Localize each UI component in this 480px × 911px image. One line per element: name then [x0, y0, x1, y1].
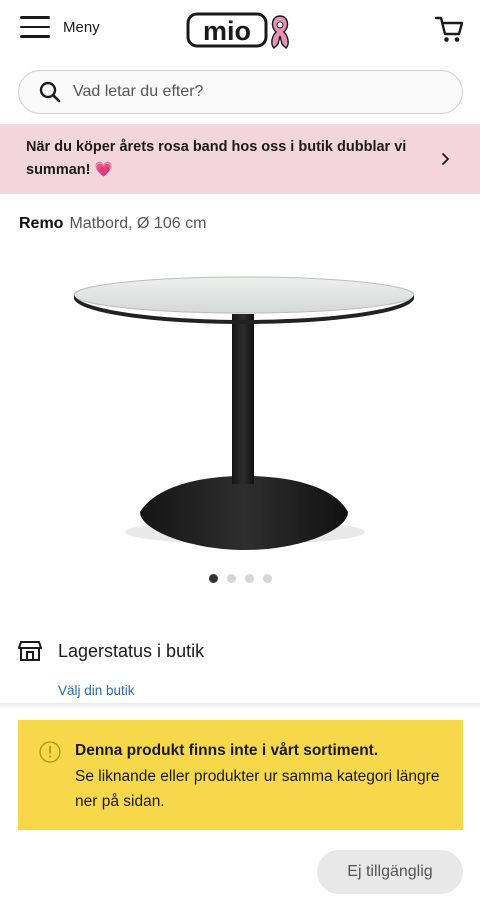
- cart-icon[interactable]: [434, 14, 464, 44]
- notice-title: Denna produkt finns inte i vårt sortimen…: [75, 742, 379, 759]
- menu-label: Meny: [63, 18, 100, 36]
- image-carousel-dots: [209, 574, 272, 583]
- stock-status-label: Lagerstatus i butik: [58, 640, 205, 661]
- carousel-dot-4[interactable]: [263, 574, 272, 583]
- product-image[interactable]: [70, 262, 415, 552]
- notice-body: Se liknande eller produkter ur samma kat…: [75, 768, 440, 810]
- mio-logo[interactable]: mio: [186, 10, 296, 50]
- menu-button[interactable]: Meny: [20, 16, 100, 38]
- store-icon: [18, 641, 42, 661]
- product-title: Remo Matbord, Ø 106 cm: [19, 215, 206, 233]
- promo-banner[interactable]: När du köper årets rosa band hos oss i b…: [0, 124, 480, 194]
- search-icon: [39, 81, 61, 103]
- search-bar[interactable]: [18, 70, 463, 114]
- product-subtitle: Matbord, Ø 106 cm: [69, 215, 207, 232]
- search-input[interactable]: [73, 83, 433, 101]
- chevron-right-icon: [442, 153, 449, 165]
- carousel-dot-2[interactable]: [227, 574, 236, 583]
- pink-heart-icon: 💗: [94, 162, 113, 178]
- info-icon: [39, 741, 61, 763]
- product-brand: Remo: [19, 215, 64, 232]
- sticky-footer-shadow: [0, 703, 480, 709]
- store-stock-row[interactable]: Lagerstatus i butik: [18, 640, 204, 662]
- header: Meny mio: [0, 0, 480, 60]
- availability-notice: Denna produkt finns inte i vårt sortimen…: [18, 720, 463, 830]
- unavailable-button[interactable]: Ej tillgänglig: [317, 850, 463, 894]
- svg-text:mio: mio: [203, 16, 251, 46]
- carousel-dot-3[interactable]: [245, 574, 254, 583]
- carousel-dot-1[interactable]: [209, 574, 218, 583]
- hamburger-icon: [20, 16, 50, 38]
- promo-text: När du köper årets rosa band hos oss i b…: [26, 139, 407, 178]
- choose-store-link[interactable]: Välj din butik: [58, 683, 135, 698]
